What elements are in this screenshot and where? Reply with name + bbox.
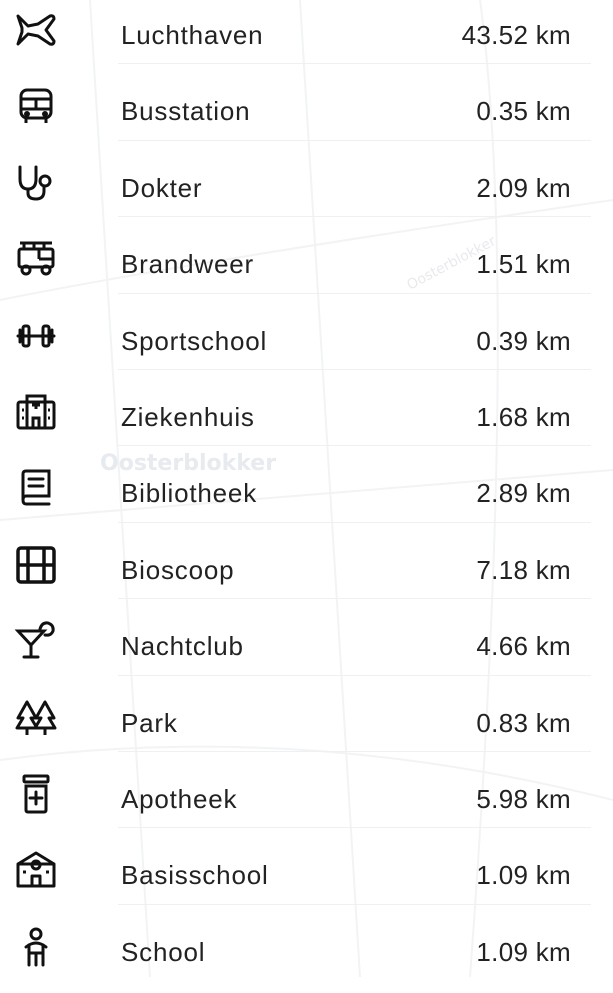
amenity-label: Luchthaven xyxy=(121,20,264,50)
amenity-distance: 7.18 km xyxy=(476,554,571,585)
amenity-label: Basisschool xyxy=(121,860,269,891)
bus-icon xyxy=(14,84,58,128)
pill-bottle-icon xyxy=(14,772,58,816)
list-item: Busstation 0.35 km xyxy=(0,76,613,152)
amenity-label: Dokter xyxy=(121,172,203,203)
hospital-icon xyxy=(14,390,58,434)
amenity-distance: 1.51 km xyxy=(476,249,571,280)
amenity-distance: 1.09 km xyxy=(476,860,571,891)
list-item: Park 0.83 km xyxy=(0,688,613,764)
amenity-distance: 0.39 km xyxy=(476,325,571,356)
school-building-icon xyxy=(14,848,58,892)
amenity-distance: 5.98 km xyxy=(476,783,571,814)
row-divider xyxy=(118,445,591,447)
row-divider xyxy=(118,827,591,829)
row-divider xyxy=(118,292,591,294)
amenity-label: Brandweer xyxy=(121,249,254,280)
row-divider xyxy=(118,750,591,752)
amenity-distance: 43.52 km xyxy=(461,20,571,50)
row-divider xyxy=(118,674,591,676)
amenity-distance: 1.09 km xyxy=(476,936,571,967)
list-item: Nachtclub 4.66 km xyxy=(0,611,613,687)
student-icon xyxy=(14,925,58,969)
amenity-list: Luchthaven 43.52 km Busstation 0.35 km D… xyxy=(0,0,613,993)
book-icon xyxy=(14,466,58,510)
list-item: Ziekenhuis 1.68 km xyxy=(0,382,613,458)
amenity-label: Busstation xyxy=(121,96,251,127)
list-item: School 1.09 km xyxy=(0,917,613,993)
row-divider xyxy=(118,63,591,65)
dumbbell-icon xyxy=(14,314,58,358)
amenity-distance: 1.68 km xyxy=(476,401,571,432)
stethoscope-icon xyxy=(14,161,58,205)
amenity-label: Sportschool xyxy=(121,325,268,356)
row-divider xyxy=(118,216,591,218)
amenity-distance: 0.83 km xyxy=(476,707,571,738)
amenity-label: School xyxy=(121,936,206,967)
amenity-label: Apotheek xyxy=(121,783,238,814)
row-divider xyxy=(118,139,591,141)
list-item: Luchthaven 43.52 km xyxy=(0,0,613,76)
film-icon xyxy=(14,543,58,587)
amenity-label: Bioscoop xyxy=(121,554,235,585)
amenity-distance: 0.35 km xyxy=(476,96,571,127)
amenity-label: Nachtclub xyxy=(121,631,244,662)
list-item: Bibliotheek 2.89 km xyxy=(0,458,613,534)
fire-truck-icon xyxy=(14,237,58,281)
row-divider xyxy=(118,521,591,523)
amenity-distance: 4.66 km xyxy=(476,631,571,662)
list-item: Sportschool 0.39 km xyxy=(0,306,613,382)
row-divider xyxy=(118,598,591,600)
amenity-distance: 2.09 km xyxy=(476,172,571,203)
amenity-label: Ziekenhuis xyxy=(121,401,255,432)
amenity-label: Bibliotheek xyxy=(121,478,257,509)
list-item: Bioscoop 7.18 km xyxy=(0,535,613,611)
list-item: Dokter 2.09 km xyxy=(0,153,613,229)
amenity-distance: 2.89 km xyxy=(476,478,571,509)
airplane-icon xyxy=(14,8,58,52)
trees-icon xyxy=(14,696,58,740)
cocktail-icon xyxy=(14,619,58,663)
list-item: Apotheek 5.98 km xyxy=(0,764,613,840)
amenity-label: Park xyxy=(121,707,178,738)
row-divider xyxy=(118,903,591,905)
list-item: Basisschool 1.09 km xyxy=(0,840,613,916)
list-item: Brandweer 1.51 km xyxy=(0,229,613,305)
row-divider xyxy=(118,368,591,370)
